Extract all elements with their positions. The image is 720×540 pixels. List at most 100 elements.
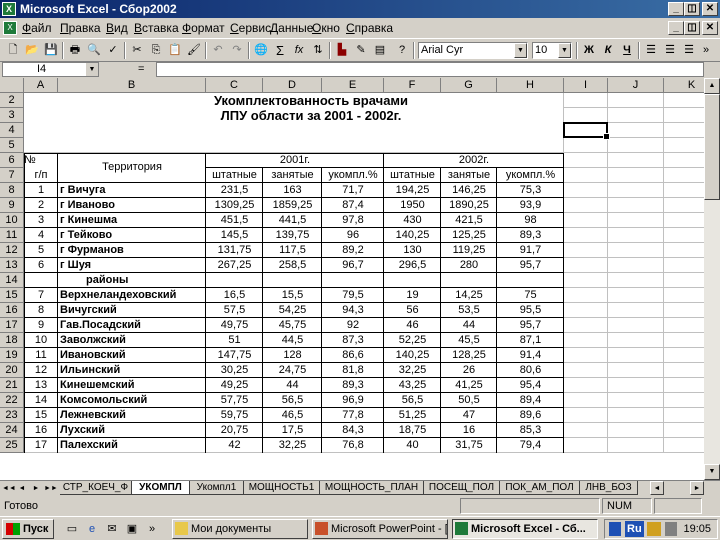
column-header-b[interactable]: B bbox=[58, 78, 206, 93]
row-header[interactable]: 23 bbox=[0, 408, 24, 423]
row-header[interactable]: 18 bbox=[0, 333, 24, 348]
print-preview-icon[interactable]: 🔍 bbox=[85, 42, 103, 59]
language-indicator[interactable]: Ru bbox=[625, 521, 644, 537]
chevron-down-icon[interactable]: ▼ bbox=[514, 43, 527, 58]
row-header[interactable]: 5 bbox=[0, 138, 24, 153]
territory-name[interactable]: Вичугский bbox=[58, 303, 208, 318]
new-icon[interactable]: 🗋 bbox=[4, 42, 22, 59]
data-cell[interactable]: 42 bbox=[206, 438, 263, 453]
tab-ukompl[interactable]: УКОМПЛ bbox=[132, 481, 190, 495]
scroll-up-icon[interactable]: ▲ bbox=[704, 78, 720, 94]
data-cell[interactable]: 81,8 bbox=[322, 363, 384, 378]
data-cell[interactable]: 89,4 bbox=[497, 393, 564, 408]
data-cell[interactable]: 89,3 bbox=[322, 378, 384, 393]
data-cell[interactable]: 18,75 bbox=[384, 423, 441, 438]
data-cell[interactable]: 75 bbox=[497, 288, 564, 303]
data-cell[interactable]: 147,75 bbox=[206, 348, 263, 363]
minimize-button[interactable]: _ bbox=[668, 2, 684, 16]
column-header-g[interactable]: G bbox=[441, 78, 497, 93]
menu-edit[interactable]: Правка bbox=[60, 21, 101, 35]
row-number[interactable]: 13 bbox=[24, 378, 58, 393]
row-number[interactable]: 6 bbox=[24, 258, 58, 273]
tab-moshnost-plan[interactable]: МОЩНОСТЬ_ПЛАН bbox=[320, 481, 424, 495]
subheader-4[interactable]: занятые bbox=[441, 168, 497, 183]
data-cell[interactable]: 79,5 bbox=[322, 288, 384, 303]
data-cell[interactable]: 97,8 bbox=[322, 213, 384, 228]
data-cell[interactable]: 98 bbox=[497, 213, 564, 228]
data-cell[interactable]: 47 bbox=[441, 408, 497, 423]
row-header[interactable]: 10 bbox=[0, 213, 24, 228]
cut-icon[interactable]: ✂ bbox=[128, 42, 146, 59]
data-cell[interactable]: 57,5 bbox=[206, 303, 263, 318]
data-cell[interactable]: 24,75 bbox=[263, 363, 322, 378]
data-cell[interactable]: 49,25 bbox=[206, 378, 263, 393]
data-cell[interactable]: 1950 bbox=[384, 198, 441, 213]
column-header-h[interactable]: H bbox=[497, 78, 564, 93]
data-cell[interactable]: 16,5 bbox=[206, 288, 263, 303]
align-center-icon[interactable]: ☰ bbox=[661, 42, 679, 59]
column-header-c[interactable]: C bbox=[206, 78, 263, 93]
row-header[interactable]: 24 bbox=[0, 423, 24, 438]
header-gp[interactable]: г/п bbox=[24, 168, 58, 183]
column-header-a[interactable]: A bbox=[24, 78, 58, 93]
data-cell[interactable]: 91,7 bbox=[497, 243, 564, 258]
tray-app-icon[interactable] bbox=[609, 522, 621, 536]
data-cell[interactable]: 26 bbox=[441, 363, 497, 378]
data-cell[interactable]: 17,5 bbox=[263, 423, 322, 438]
data-cell[interactable]: 30,25 bbox=[206, 363, 263, 378]
chevron-down-icon[interactable]: ▼ bbox=[86, 63, 98, 76]
open-icon[interactable]: 📂 bbox=[23, 42, 41, 59]
data-cell[interactable]: 44 bbox=[263, 378, 322, 393]
menu-tools[interactable]: Сервис bbox=[230, 21, 271, 35]
data-cell[interactable]: 258,5 bbox=[263, 258, 322, 273]
row-number[interactable] bbox=[24, 273, 58, 288]
data-cell[interactable] bbox=[322, 273, 384, 288]
data-cell[interactable]: 57,75 bbox=[206, 393, 263, 408]
data-cell[interactable]: 89,3 bbox=[497, 228, 564, 243]
column-header-d[interactable]: D bbox=[263, 78, 322, 93]
data-cell[interactable]: 56 bbox=[384, 303, 441, 318]
menu-window[interactable]: Окно bbox=[312, 21, 340, 35]
data-cell[interactable]: 14,25 bbox=[441, 288, 497, 303]
data-cell[interactable]: 87,1 bbox=[497, 333, 564, 348]
data-cell[interactable] bbox=[263, 273, 322, 288]
territory-name[interactable]: Заволжский bbox=[58, 333, 208, 348]
align-right-icon[interactable]: ☰ bbox=[680, 42, 698, 59]
row-number[interactable]: 2 bbox=[24, 198, 58, 213]
data-cell[interactable]: 41,25 bbox=[441, 378, 497, 393]
data-cell[interactable]: 430 bbox=[384, 213, 441, 228]
row-header[interactable]: 16 bbox=[0, 303, 24, 318]
data-cell[interactable]: 140,25 bbox=[384, 348, 441, 363]
data-cell[interactable]: 71,7 bbox=[322, 183, 384, 198]
header-number[interactable]: № bbox=[24, 153, 58, 168]
outlook-icon[interactable]: ✉ bbox=[104, 521, 120, 537]
row-header[interactable]: 19 bbox=[0, 348, 24, 363]
data-cell[interactable]: 1309,25 bbox=[206, 198, 263, 213]
scroll-thumb[interactable] bbox=[704, 94, 720, 200]
data-cell[interactable]: 145,5 bbox=[206, 228, 263, 243]
help-icon[interactable]: ? bbox=[393, 42, 411, 59]
territory-name[interactable]: Лухский bbox=[58, 423, 208, 438]
media-icon[interactable]: ▣ bbox=[124, 521, 140, 537]
row-header[interactable]: 17 bbox=[0, 318, 24, 333]
tab-ukompl1[interactable]: Укомпл1 bbox=[190, 481, 244, 495]
data-cell[interactable]: 87,4 bbox=[322, 198, 384, 213]
data-cell[interactable]: 96,9 bbox=[322, 393, 384, 408]
doc-minimize-button[interactable]: _ bbox=[668, 21, 684, 35]
row-header[interactable]: 20 bbox=[0, 363, 24, 378]
sheet-title-line2[interactable]: ЛПУ области за 2001 - 2002г. bbox=[58, 108, 564, 123]
show-desktop-icon[interactable]: ▭ bbox=[64, 521, 80, 537]
data-cell[interactable] bbox=[206, 273, 263, 288]
prev-sheet-icon[interactable]: ◄ bbox=[16, 482, 28, 495]
row-header[interactable]: 15 bbox=[0, 288, 24, 303]
row-number[interactable]: 3 bbox=[24, 213, 58, 228]
row-header[interactable]: 21 bbox=[0, 378, 24, 393]
row-header[interactable]: 22 bbox=[0, 393, 24, 408]
row-header[interactable]: 12 bbox=[0, 243, 24, 258]
toolbar-more-icon[interactable]: » bbox=[700, 42, 712, 59]
tab-str-koech[interactable]: СТР_КОЕЧ_Ф bbox=[60, 481, 132, 495]
chart-wizard-icon[interactable]: ▙ bbox=[333, 42, 351, 59]
data-cell[interactable]: 79,4 bbox=[497, 438, 564, 453]
row-header[interactable]: 8 bbox=[0, 183, 24, 198]
territory-name[interactable]: Кинешемский bbox=[58, 378, 208, 393]
